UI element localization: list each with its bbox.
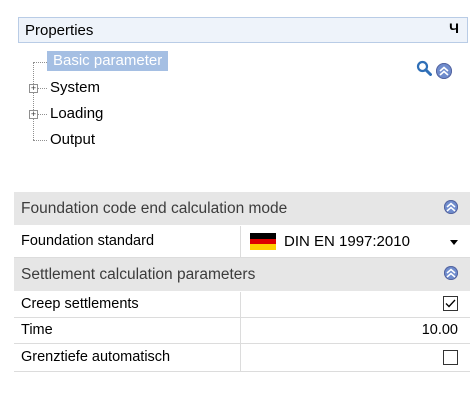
property-name: Time [21, 322, 53, 338]
navigation-tree: Basic parameter + System + Loading Outpu… [26, 48, 326, 158]
expand-loading-icon[interactable]: + [29, 110, 38, 119]
section-settlement-parameters[interactable]: Settlement calculation parameters [14, 258, 470, 291]
section-foundation-code[interactable]: Foundation code end calculation mode [14, 192, 470, 225]
collapse-icon[interactable] [436, 62, 452, 79]
property-name: Grenztiefe automatisch [21, 349, 171, 365]
property-name: Creep settlements [21, 296, 139, 312]
properties-panel-header: Properties Ч [18, 17, 468, 43]
grenztiefe-checkbox[interactable] [443, 350, 458, 365]
tree-toolbar [416, 60, 452, 81]
chevron-down-icon[interactable] [450, 240, 458, 245]
germany-flag-icon [250, 233, 276, 250]
pin-icon[interactable]: Ч [449, 20, 459, 36]
collapse-icon[interactable] [444, 266, 458, 280]
tree-item-basic-parameter[interactable]: Basic parameter [47, 51, 169, 71]
tree-item-output[interactable]: Output [50, 130, 95, 150]
expand-system-icon[interactable]: + [29, 84, 38, 93]
tree-item-system[interactable]: System [50, 78, 100, 98]
foundation-standard-dropdown[interactable]: DIN EN 1997:2010 [250, 233, 410, 250]
row-grenztiefe-automatisch: Grenztiefe automatisch [14, 344, 470, 372]
dropdown-value: DIN EN 1997:2010 [284, 233, 410, 250]
section-title: Settlement calculation parameters [21, 266, 256, 283]
tree-item-loading[interactable]: Loading [50, 104, 103, 124]
search-icon[interactable] [416, 60, 432, 81]
row-foundation-standard: Foundation standard DIN EN 1997:2010 [14, 226, 470, 258]
row-creep-settlements: Creep settlements [14, 292, 470, 318]
panel-title: Properties [25, 22, 94, 39]
collapse-icon[interactable] [444, 200, 458, 214]
time-value[interactable]: 10.00 [422, 322, 458, 338]
creep-settlements-checkbox[interactable] [443, 296, 458, 311]
section-title: Foundation code end calculation mode [21, 200, 288, 217]
property-name: Foundation standard [21, 233, 155, 249]
row-time: Time 10.00 [14, 318, 470, 344]
